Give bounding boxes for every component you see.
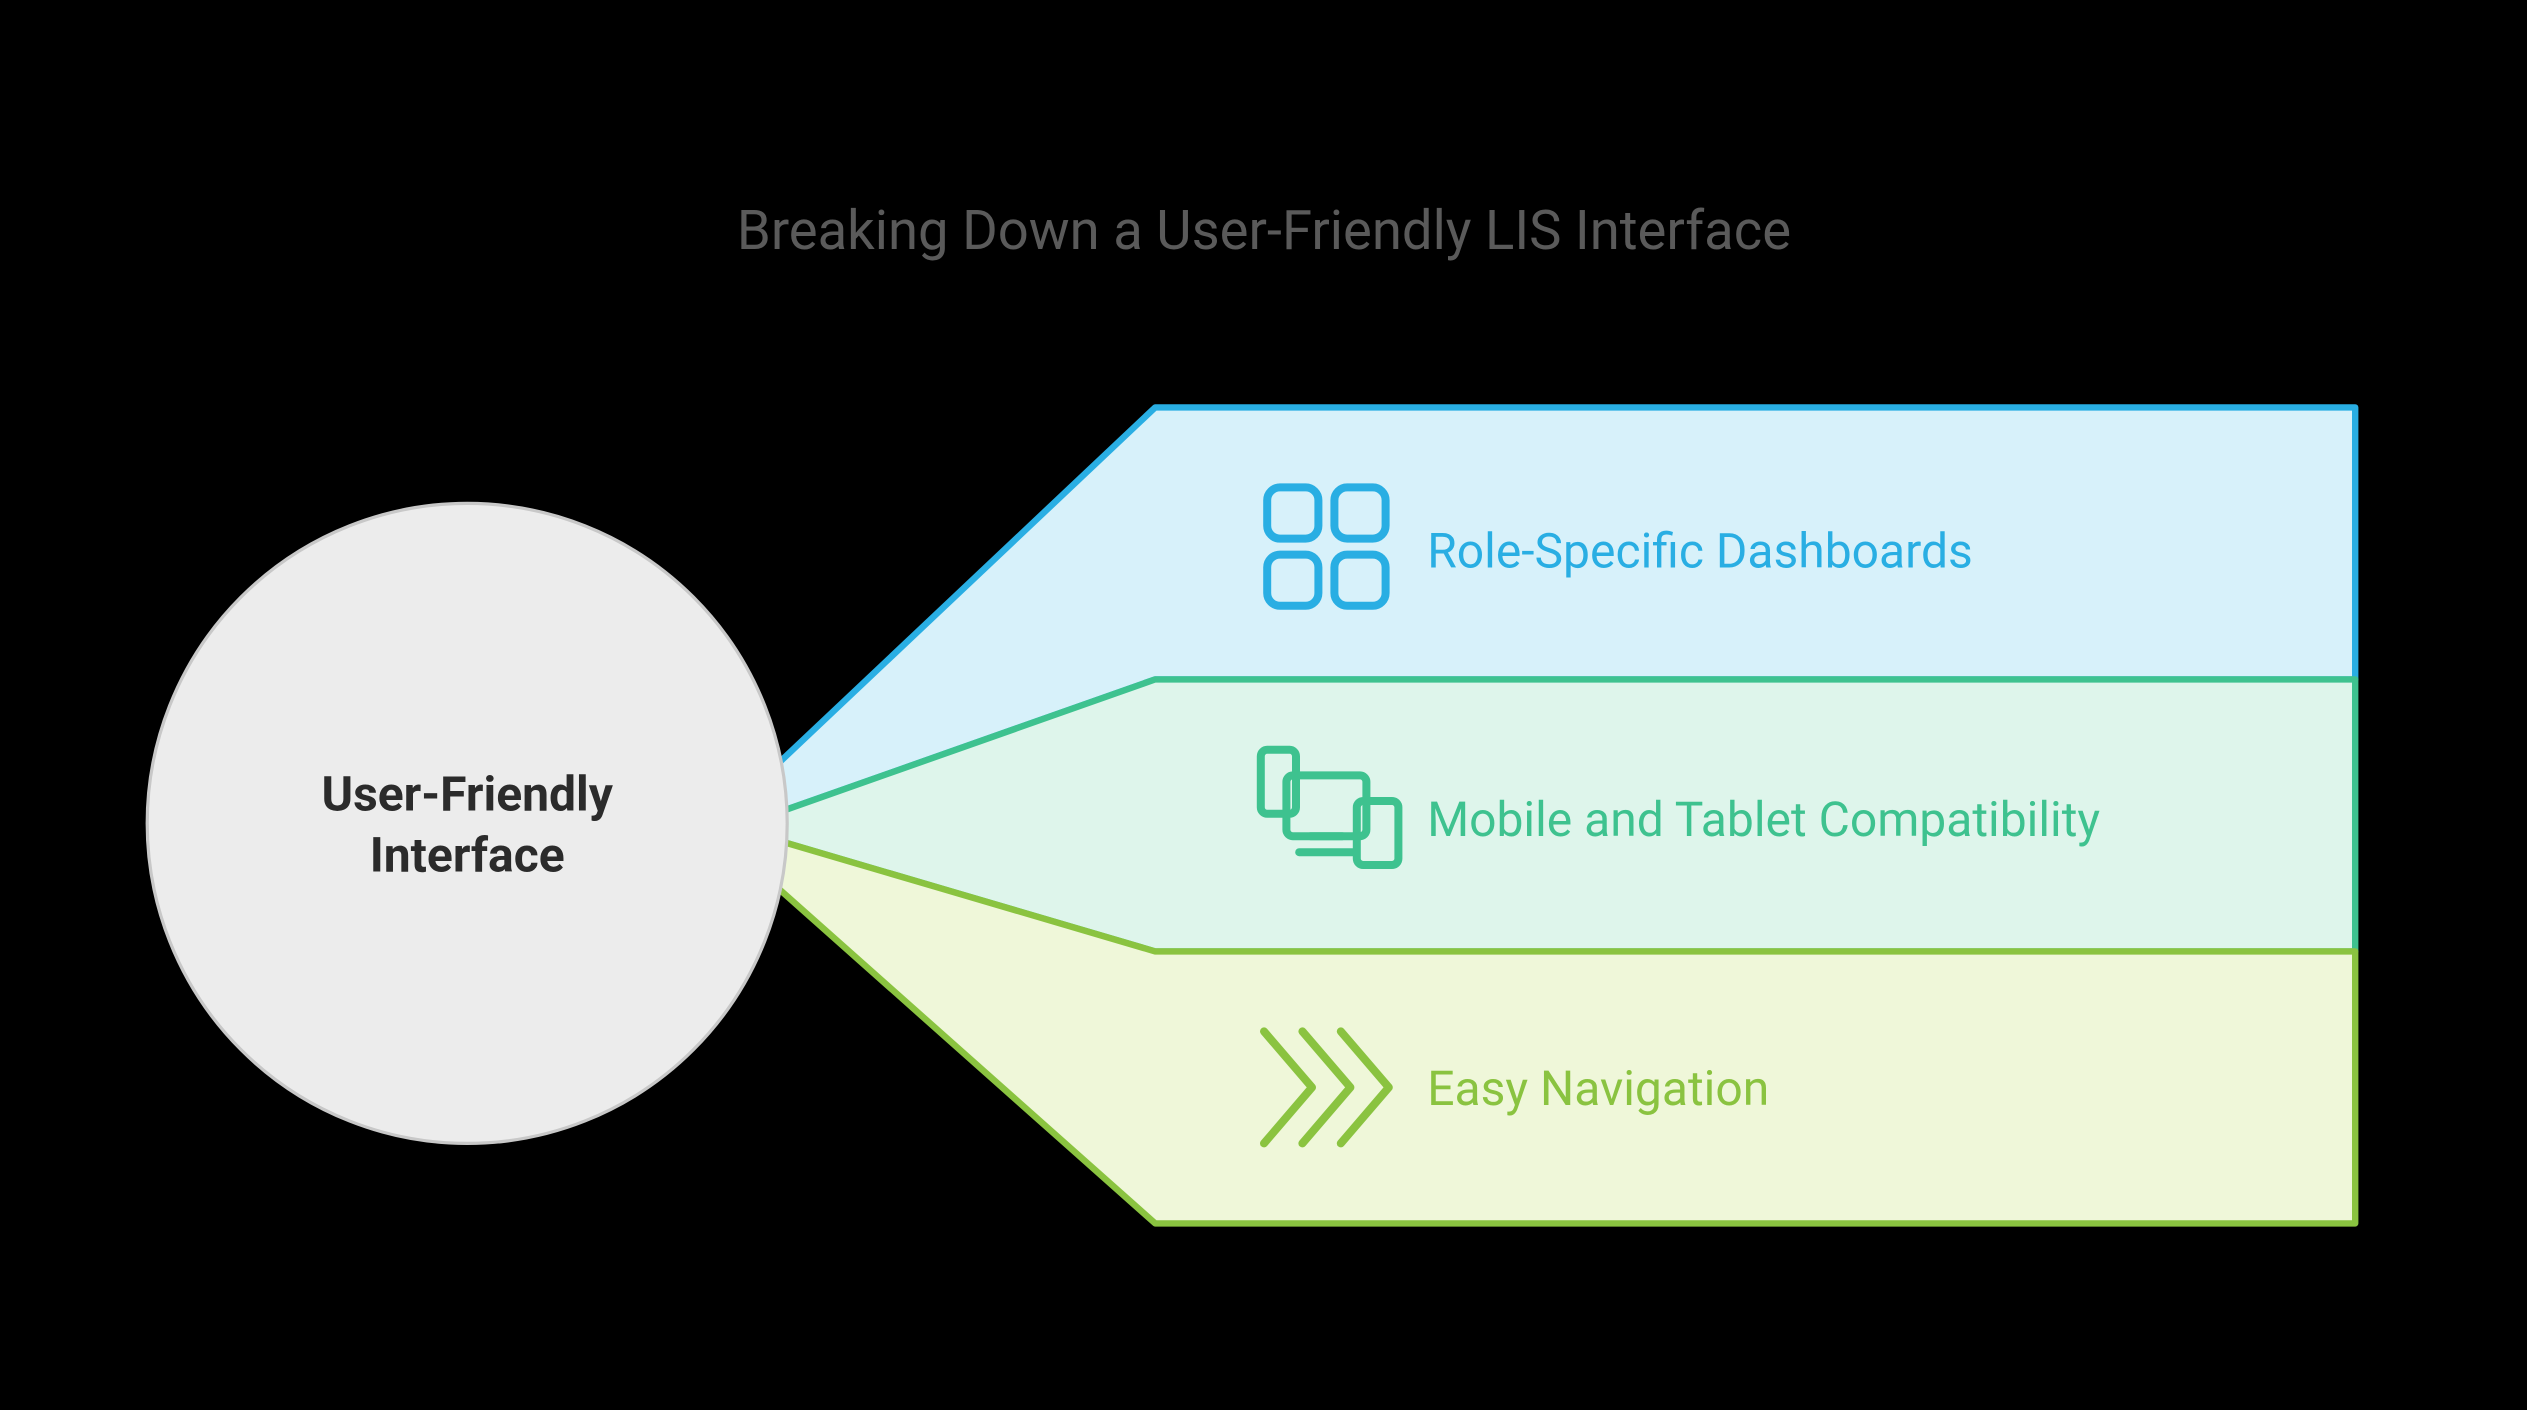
diagram-title: Breaking Down a User-Friendly LIS Interf… [35,199,2493,263]
center-label-line2: Interface [369,826,564,883]
center-label-line1: User-Friendly [321,766,613,823]
center-node: User-Friendly Interface [147,503,787,1143]
branch-label-dashboards: Role-Specific Dashboards [1427,522,1973,579]
branch-label-mobile: Mobile and Tablet Compatibility [1427,791,2100,848]
diagram-canvas: Role-Specific Dashboards Mobile and Tabl… [115,343,2413,1303]
branch-label-navigation: Easy Navigation [1427,1060,1769,1117]
